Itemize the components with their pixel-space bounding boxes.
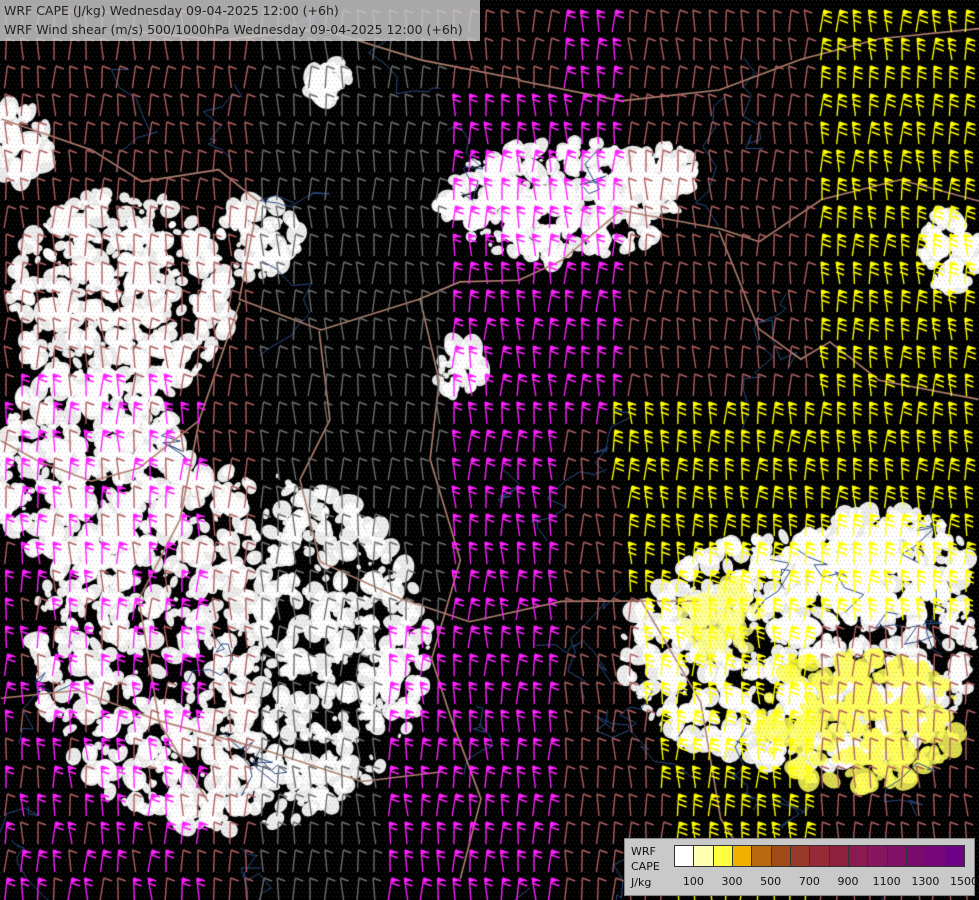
- legend-tick-label: 100: [682, 875, 704, 888]
- map-title-box: WRF CAPE (J/kg) Wednesday 09-04-2025 12:…: [0, 0, 480, 41]
- legend-swatch: [751, 845, 772, 867]
- legend-tick-label: 900: [837, 875, 859, 888]
- legend-tick-label: 1100: [872, 875, 901, 888]
- cape-title: WRF CAPE (J/kg) Wednesday 09-04-2025 12:…: [4, 3, 339, 18]
- wind-shear-title: WRF Wind shear (m/s) 500/1000hPa Wednesd…: [4, 22, 463, 37]
- legend-swatch: [731, 845, 753, 867]
- legend-tick-label: 1500: [950, 875, 978, 888]
- weather-map: [0, 0, 979, 900]
- cape-legend: WRF CAPE J/kg 100 300 500 700 900 1100 1300 150…: [624, 838, 978, 896]
- legend-variable-label: CAPE: [631, 860, 660, 873]
- legend-swatch: [925, 845, 946, 867]
- legend-color-scale: [674, 845, 965, 867]
- legend-swatch: [886, 845, 907, 867]
- legend-swatch: [789, 845, 811, 867]
- legend-tick-label: 700: [798, 875, 820, 888]
- legend-swatch: [693, 845, 714, 867]
- legend-model-label: WRF: [631, 845, 656, 858]
- legend-tick-label: 1300: [911, 875, 940, 888]
- legend-swatch: [905, 845, 927, 867]
- legend-swatch: [828, 845, 849, 867]
- legend-swatch: [944, 845, 965, 867]
- legend-tick-label: 500: [760, 875, 782, 888]
- legend-swatch: [770, 845, 791, 867]
- legend-swatch: [867, 845, 888, 867]
- legend-tick-label: 300: [721, 875, 743, 888]
- legend-swatch: [712, 845, 733, 867]
- legend-unit-label: J/kg: [631, 876, 652, 889]
- legend-swatch: [674, 845, 695, 867]
- legend-swatch: [847, 845, 869, 867]
- legend-swatch: [809, 845, 830, 867]
